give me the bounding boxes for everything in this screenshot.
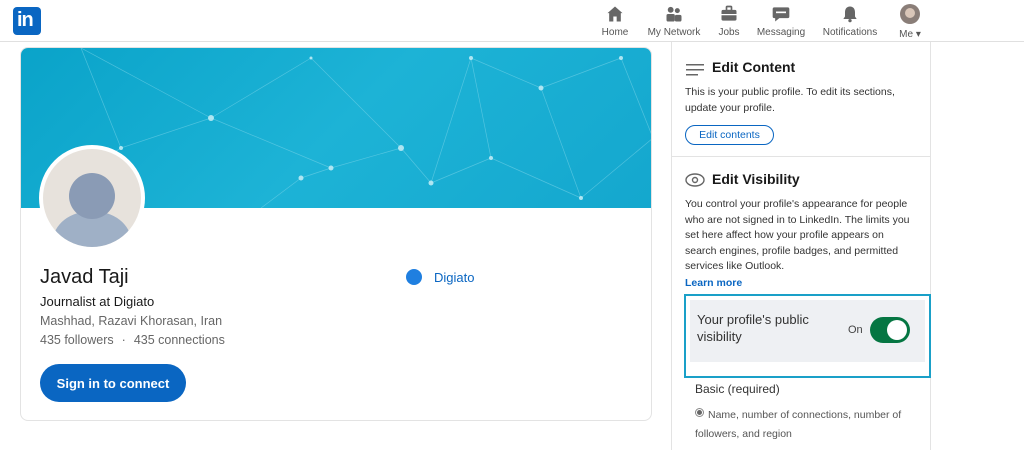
company-logo-icon (406, 269, 422, 285)
top-nav: in Home My Network Jobs Messaging Notifi… (0, 0, 1024, 42)
edit-contents-button[interactable]: Edit contents (685, 125, 774, 145)
nav-messaging-label: Messaging (756, 27, 806, 38)
profile-name: Javad Taji (40, 266, 129, 288)
caret-down-icon: ▾ (915, 29, 921, 40)
nav-home[interactable]: Home (600, 4, 630, 40)
sign-in-to-connect-button[interactable]: Sign in to connect (40, 364, 186, 402)
profile-location: Mashhad, Razavi Khorasan, Iran (40, 314, 223, 328)
profile-card: Javad Taji Journalist at Digiato Mashhad… (20, 47, 652, 421)
profile-headline: Journalist at Digiato (40, 294, 155, 309)
public-visibility-row: Your profile's public visibility On (690, 300, 925, 362)
edit-content-lines-icon (686, 64, 704, 76)
nav-jobs[interactable]: Jobs (715, 4, 743, 40)
edit-visibility-title: Edit Visibility (712, 171, 800, 187)
stats-separator: · (121, 333, 126, 347)
followers-count: 435 followers (40, 333, 114, 347)
toggle-state-label: On (848, 324, 863, 336)
messaging-icon (772, 7, 790, 22)
logo-text: in (17, 9, 34, 31)
nav-my-network[interactable]: My Network (645, 4, 703, 40)
briefcase-icon (721, 5, 737, 21)
connections-count: 435 connections (133, 333, 225, 347)
nav-notifications-label: Notifications (822, 27, 878, 38)
company-name: Digiato (434, 269, 475, 285)
photo-head-shape (69, 173, 115, 219)
nav-messaging[interactable]: Messaging (756, 4, 806, 40)
eye-icon (685, 173, 705, 187)
network-icon (666, 6, 682, 22)
profile-photo (39, 145, 145, 251)
public-visibility-label: Your profile's public visibility (697, 312, 809, 344)
nav-home-label: Home (601, 27, 629, 38)
profile-photo-placeholder (43, 149, 141, 247)
basic-description: Name, number of connections, number of f… (695, 409, 902, 440)
home-icon (607, 6, 623, 22)
edit-content-title: Edit Content (712, 59, 796, 75)
linkedin-logo[interactable]: in (13, 7, 41, 35)
avatar (900, 4, 920, 24)
profile-stats: 435 followers · 435 connections (40, 333, 225, 347)
bell-icon (843, 6, 857, 23)
nav-me[interactable]: Me ▾ (895, 4, 925, 40)
public-visibility-toggle[interactable] (870, 317, 910, 343)
section-divider (672, 156, 930, 157)
basic-required-title: Basic (required) (695, 382, 780, 396)
toggle-knob (887, 320, 907, 340)
edit-content-text: This is your public profile. To edit its… (685, 86, 895, 114)
nav-notifications[interactable]: Notifications (821, 4, 879, 40)
learn-more-link[interactable]: Learn more (685, 277, 742, 289)
nav-me-label: Me ▾ (895, 29, 925, 40)
nav-me-text: Me (899, 29, 914, 40)
company-link[interactable]: Digiato (406, 269, 474, 285)
nav-my-network-label: My Network (647, 27, 701, 38)
nav-jobs-label: Jobs (718, 27, 740, 38)
edit-visibility-text: You control your profile's appearance fo… (685, 198, 910, 272)
public-visibility-section: Your profile's public visibility On (684, 294, 931, 378)
